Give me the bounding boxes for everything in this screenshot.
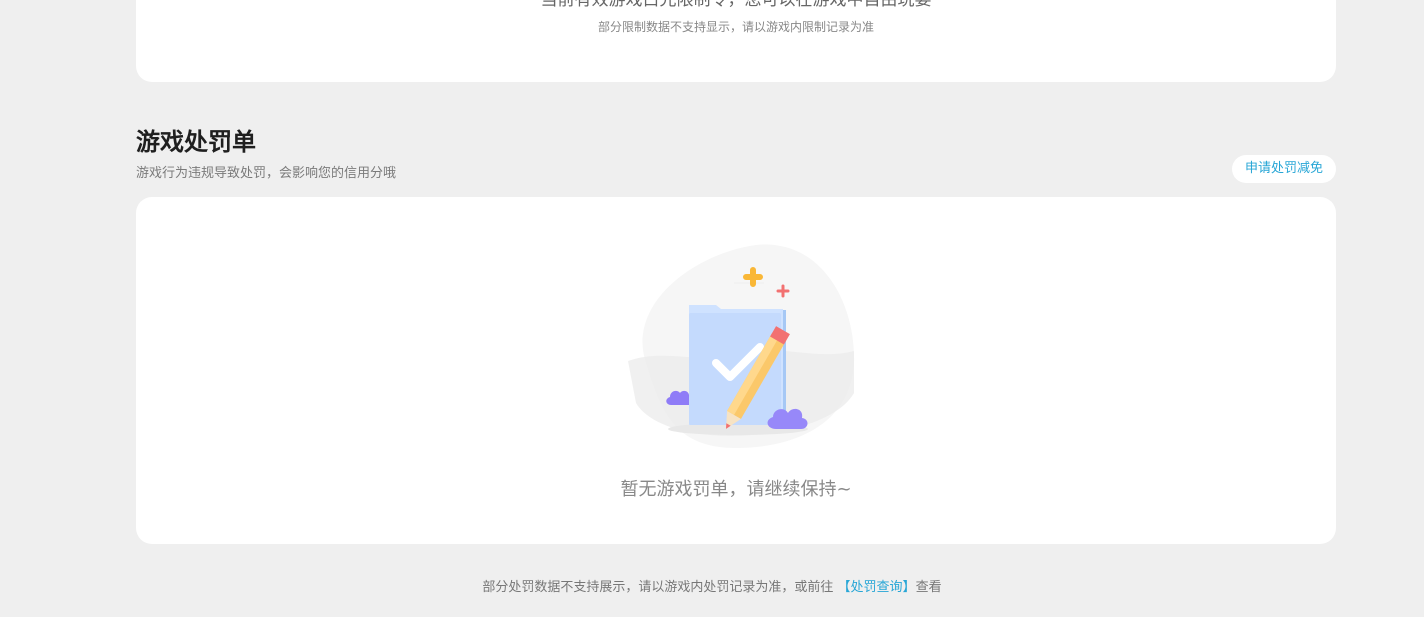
restriction-note: 部分限制数据不支持显示，请以游戏内限制记录为准 xyxy=(597,20,874,34)
footer-text-end: 查看 xyxy=(915,580,942,595)
restriction-status-text: 当前有效游戏白光限制令，您可以在游戏中自由玩耍 xyxy=(540,0,932,10)
section-title: 游戏处罚单 xyxy=(136,128,256,156)
footer-text: 部分处罚数据不支持展示，请以游戏内处罚记录为准，或前往 xyxy=(482,580,838,595)
footer-note: 部分处罚数据不支持展示，请以游戏内处罚记录为准，或前往 【处罚查询】查看 xyxy=(0,576,1424,595)
empty-document-check-pencil-icon xyxy=(628,244,855,448)
penalty-list-card: 暂无游戏罚单，请继续保持~ xyxy=(136,197,1336,544)
restriction-card: 当前有效游戏白光限制令，您可以在游戏中自由玩耍 部分限制数据不支持显示，请以游戏… xyxy=(136,0,1336,82)
apply-penalty-reduction-button[interactable]: 申请处罚减免 xyxy=(1231,155,1336,183)
penalty-query-link[interactable]: 【处罚查询】 xyxy=(838,580,916,595)
penalty-section-header: 游戏处罚单 游戏行为违规导致处罚，会影响您的信用分哦 申请处罚减免 xyxy=(136,126,1336,184)
section-subtitle: 游戏行为违规导致处罚，会影响您的信用分哦 xyxy=(136,166,397,181)
empty-state-text: 暂无游戏罚单，请继续保持~ xyxy=(620,479,852,500)
